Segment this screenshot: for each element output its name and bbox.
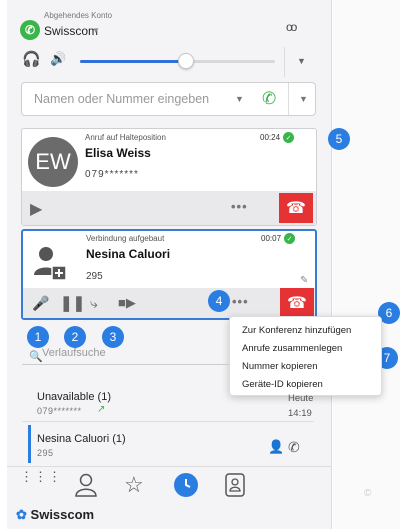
call-back-icon[interactable]: ✆ <box>288 439 300 456</box>
hangup-button[interactable]: ☎ <box>280 288 314 318</box>
status-indicator-icon: ✓ <box>284 233 295 244</box>
history-entry-name[interactable]: Unavailable (1) <box>37 391 111 403</box>
account-selector[interactable]: Swisscom <box>44 24 98 38</box>
contact-add-icon[interactable]: 👤 <box>268 439 284 455</box>
settings-icon[interactable]: © <box>364 488 371 499</box>
menu-item-merge-calls[interactable]: Anrufe zusammenlegen <box>242 343 342 354</box>
contact-add-icon <box>34 247 67 281</box>
status-indicator-icon: ✓ <box>283 132 294 143</box>
account-caption: Abgehendes Konto <box>44 11 113 20</box>
dialpad-icon[interactable]: ⋮⋮⋮ <box>20 470 62 483</box>
caller-number: 079******* <box>85 169 139 180</box>
headset-icon[interactable]: 🎧 <box>22 50 41 68</box>
history-entry-name[interactable]: Nesina Caluori (1) <box>37 433 126 445</box>
dial-search-box: ▼ ✆ ▼ <box>21 82 316 116</box>
call-status: Anruf auf Halteposition <box>85 133 166 142</box>
call-duration: 00:07 <box>261 234 282 243</box>
call-action-bar: 🎤 ❚❚ ⤷ ■▶ ••• ☎ <box>23 288 315 318</box>
phone-app-icon: ✆ <box>20 20 40 40</box>
speaker-icon[interactable]: 🔊 <box>50 51 66 67</box>
brand-name: Swisscom <box>30 507 95 522</box>
background-area <box>333 0 400 529</box>
chevron-down-icon[interactable]: ▼ <box>235 94 244 104</box>
call-card-on-hold[interactable]: EW Anruf auf Halteposition 00:24 ✓ Elisa… <box>21 128 317 226</box>
history-entry-day: Heute <box>288 393 314 404</box>
annotation-badge-5: 5 <box>328 128 350 150</box>
history-search-input[interactable] <box>42 347 222 359</box>
search-icon: 🔍 <box>29 351 43 363</box>
divider <box>288 83 289 115</box>
annotation-badge-1: 1 <box>27 326 49 348</box>
divider <box>284 47 285 77</box>
call-options-dropdown-icon[interactable]: ▼ <box>299 94 308 104</box>
caller-name: Nesina Caluori <box>86 247 171 261</box>
menu-item-copy-device-id[interactable]: Geräte-ID kopieren <box>242 379 323 390</box>
favorites-star-icon[interactable]: ☆ <box>124 472 144 498</box>
call-card-active[interactable]: Verbindung aufgebaut 00:07 ✓ Nesina Calu… <box>21 229 317 320</box>
more-options-icon[interactable]: ••• <box>232 294 249 309</box>
history-entry-number: 295 <box>37 448 54 458</box>
more-options-icon[interactable]: ••• <box>231 199 248 214</box>
divider <box>22 421 314 422</box>
history-entry-number: 079******* <box>37 406 82 416</box>
divider <box>7 466 332 467</box>
caller-name: Elisa Weiss <box>85 146 151 160</box>
volume-slider-fill <box>80 60 185 63</box>
transfer-call-icon[interactable]: ⤷ <box>90 295 98 312</box>
menu-item-copy-number[interactable]: Nummer kopieren <box>242 361 318 372</box>
hangup-button[interactable]: ☎ <box>279 193 313 223</box>
history-clock-icon[interactable] <box>174 473 198 497</box>
annotation-badge-3: 3 <box>102 326 124 348</box>
divider <box>22 364 229 365</box>
microphone-icon[interactable]: 🎤 <box>32 295 49 312</box>
resume-play-icon[interactable]: ▶ <box>30 199 42 219</box>
annotation-badge-2: 2 <box>64 326 86 348</box>
caller-number: 295 <box>86 271 103 282</box>
hold-pause-icon[interactable]: ❚❚ <box>60 294 85 312</box>
outgoing-call-arrow-icon: ↗ <box>97 404 106 415</box>
video-camera-icon[interactable]: ■▶ <box>118 295 136 311</box>
voicemail-icon[interactable]: oo <box>286 20 297 34</box>
audio-device-dropdown-icon[interactable]: ▼ <box>297 56 306 66</box>
call-context-menu: Zur Konferenz hinzufügen Anrufe zusammen… <box>229 316 382 396</box>
call-status: Verbindung aufgebaut <box>86 234 165 243</box>
chevron-down-icon[interactable]: ▼ <box>92 26 100 35</box>
swisscom-logo-icon: ✿ <box>16 507 27 522</box>
volume-slider-knob[interactable] <box>178 53 194 69</box>
call-button-icon[interactable]: ✆ <box>262 89 276 109</box>
call-duration: 00:24 <box>260 133 281 142</box>
selected-indicator <box>28 425 31 463</box>
brand-logo: ✿ Swisscom <box>16 507 94 523</box>
edit-pencil-icon[interactable]: ✎ <box>300 275 308 286</box>
call-action-bar: ▶ ••• ☎ <box>22 191 316 225</box>
annotation-badge-4: 4 <box>208 290 230 312</box>
menu-item-add-to-conference[interactable]: Zur Konferenz hinzufügen <box>242 325 351 336</box>
contacts-icon[interactable] <box>73 472 99 498</box>
avatar: EW <box>28 137 78 187</box>
dial-search-input[interactable] <box>34 92 214 106</box>
address-book-icon[interactable] <box>224 472 246 498</box>
history-entry-time: 14:19 <box>288 408 312 419</box>
